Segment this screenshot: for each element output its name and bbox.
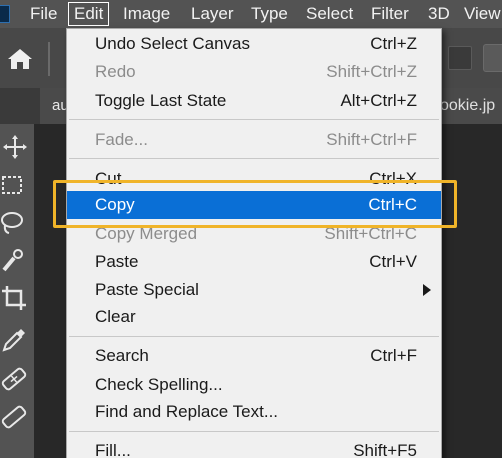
home-icon[interactable] bbox=[6, 46, 34, 72]
menu-item-label: Fill... bbox=[95, 441, 131, 458]
menu-item-label: Copy Merged bbox=[95, 224, 198, 243]
menu-item-check-spelling[interactable]: Check Spelling... bbox=[67, 371, 441, 399]
menu-item-shortcut: Ctrl+V bbox=[369, 252, 417, 271]
menu-item-shortcut: Shift+Ctrl+C bbox=[324, 224, 417, 243]
lasso-tool-icon[interactable] bbox=[0, 208, 30, 238]
menu-layer[interactable]: Layer bbox=[191, 0, 234, 28]
menu-item-label: Clear bbox=[95, 307, 136, 326]
healing-brush-tool-icon[interactable] bbox=[0, 364, 30, 394]
menu-separator bbox=[69, 431, 439, 432]
menu-type[interactable]: Type bbox=[251, 0, 288, 28]
menu-item-label: Toggle Last State bbox=[95, 91, 227, 110]
menu-separator bbox=[69, 158, 439, 159]
menu-item-find-replace-text[interactable]: Find and Replace Text... bbox=[67, 398, 441, 426]
crop-tool-icon[interactable] bbox=[0, 284, 30, 314]
menu-item-label: Paste Special bbox=[95, 280, 199, 299]
menu-view[interactable]: View bbox=[464, 0, 501, 28]
menu-item-copy-merged[interactable]: Copy Merged Shift+Ctrl+C bbox=[67, 220, 441, 248]
menu-item-label: Search bbox=[95, 346, 149, 365]
eyedropper-tool-icon[interactable] bbox=[0, 324, 30, 354]
menu-item-cut[interactable]: Cut Ctrl+X bbox=[67, 165, 441, 193]
submenu-arrow-icon bbox=[423, 284, 431, 296]
menu-item-shortcut: Shift+F5 bbox=[353, 441, 417, 458]
menu-3d[interactable]: 3D bbox=[428, 0, 450, 28]
menu-filter[interactable]: Filter bbox=[371, 0, 409, 28]
menu-item-shortcut: Ctrl+Z bbox=[370, 34, 417, 53]
menu-file[interactable]: File bbox=[30, 0, 57, 28]
menu-item-clear[interactable]: Clear bbox=[67, 303, 441, 331]
menu-item-shortcut: Alt+Ctrl+Z bbox=[340, 91, 417, 110]
menu-item-paste[interactable]: Paste Ctrl+V bbox=[67, 248, 441, 276]
menu-bar: File Edit Image Layer Type Select Filter… bbox=[0, 0, 502, 28]
marquee-tool-icon[interactable] bbox=[0, 170, 30, 200]
menu-item-paste-special[interactable]: Paste Special bbox=[67, 276, 441, 304]
menu-item-label: Paste bbox=[95, 252, 139, 271]
brush-tool-icon[interactable] bbox=[0, 402, 30, 432]
menu-item-label: Redo bbox=[95, 62, 136, 81]
menu-item-fade[interactable]: Fade... Shift+Ctrl+F bbox=[67, 126, 441, 154]
quick-selection-tool-icon[interactable] bbox=[0, 246, 30, 276]
menu-separator bbox=[69, 119, 439, 120]
menu-select[interactable]: Select bbox=[306, 0, 353, 28]
tools-panel bbox=[0, 124, 34, 458]
menu-item-undo-select-canvas[interactable]: Undo Select Canvas Ctrl+Z bbox=[67, 30, 441, 58]
menu-edit[interactable]: Edit bbox=[68, 2, 110, 26]
menu-item-label: Check Spelling... bbox=[95, 375, 223, 394]
menu-separator bbox=[69, 336, 439, 337]
photoshop-logo-icon bbox=[0, 5, 10, 23]
menu-item-shortcut: Ctrl+C bbox=[368, 195, 417, 214]
move-tool-icon[interactable] bbox=[0, 132, 30, 162]
options-button[interactable] bbox=[483, 44, 502, 72]
menu-item-shortcut: Shift+Ctrl+Z bbox=[326, 62, 417, 81]
options-field[interactable] bbox=[448, 46, 472, 70]
edit-menu-dropdown: Undo Select Canvas Ctrl+Z Redo Shift+Ctr… bbox=[66, 28, 442, 458]
menu-item-fill[interactable]: Fill... Shift+F5 bbox=[67, 437, 441, 458]
menu-item-shortcut: Shift+Ctrl+F bbox=[326, 130, 417, 149]
menu-item-shortcut: Ctrl+F bbox=[370, 346, 417, 365]
menu-item-redo[interactable]: Redo Shift+Ctrl+Z bbox=[67, 58, 441, 86]
menu-item-search[interactable]: Search Ctrl+F bbox=[67, 342, 441, 370]
menu-item-label: Fade... bbox=[95, 130, 148, 149]
menu-item-toggle-last-state[interactable]: Toggle Last State Alt+Ctrl+Z bbox=[67, 87, 441, 115]
menu-item-label: Undo Select Canvas bbox=[95, 34, 250, 53]
menu-item-label: Cut bbox=[95, 169, 122, 188]
document-tab[interactable]: ookie.jp bbox=[440, 88, 502, 124]
menu-item-label: Find and Replace Text... bbox=[95, 402, 279, 421]
menu-item-label: Copy bbox=[95, 195, 135, 214]
menu-item-shortcut: Ctrl+X bbox=[369, 169, 417, 188]
menu-image[interactable]: Image bbox=[123, 0, 170, 28]
options-separator bbox=[48, 42, 50, 76]
menu-item-copy[interactable]: Copy Ctrl+C bbox=[67, 191, 441, 219]
